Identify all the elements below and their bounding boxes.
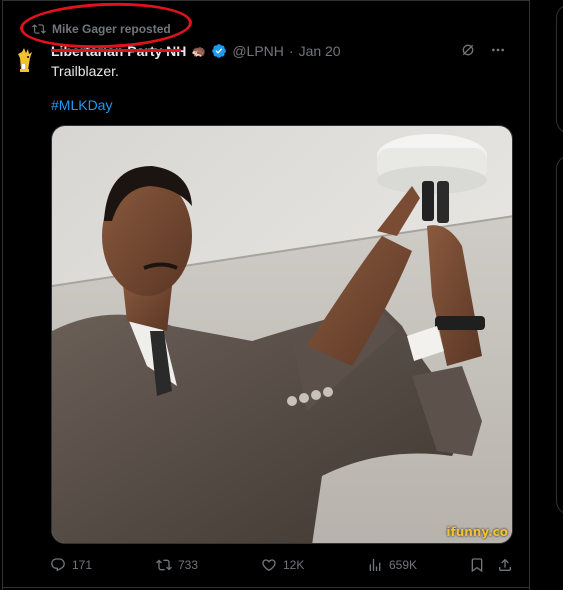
- tweet-text: Trailblazer.: [51, 63, 119, 79]
- reply-button[interactable]: 171: [50, 557, 92, 573]
- repost-button[interactable]: 733: [156, 557, 198, 573]
- heart-icon: [262, 559, 276, 572]
- share-icon: [499, 558, 511, 571]
- porcupine-logo-icon: [8, 44, 42, 78]
- repost-icon: [32, 24, 46, 34]
- tweet-action-bar: 171 733 12K 659K: [50, 555, 516, 575]
- reply-count: 171: [72, 558, 93, 572]
- grok-icon[interactable]: [460, 42, 476, 58]
- separator: ·: [288, 43, 294, 59]
- tweet-header-actions: [460, 42, 506, 58]
- bottom-divider: [2, 587, 530, 588]
- watermark: ifunny.co: [446, 525, 508, 539]
- views-button[interactable]: 659K: [367, 557, 417, 573]
- share-button[interactable]: [497, 557, 513, 573]
- hashtag-link[interactable]: #MLKDay: [51, 97, 112, 113]
- tweet-header: Libertarian Party NH 🦔 @LPNH · Jan 20: [51, 43, 341, 59]
- sidebar-card-edge: [556, 155, 563, 515]
- repost-count: 733: [178, 558, 199, 572]
- like-button[interactable]: 12K: [261, 557, 304, 573]
- like-count: 12K: [283, 558, 305, 572]
- bookmark-button[interactable]: [469, 557, 485, 573]
- sidebar-card-edge: [556, 4, 563, 134]
- repost-text: Mike Gager reposted: [52, 22, 171, 36]
- timeline-column: Mike Gager reposted Libertarian Party NH…: [0, 0, 530, 590]
- repost-icon: [156, 559, 172, 571]
- top-divider: [2, 0, 530, 1]
- name-emoji: 🦔: [191, 44, 207, 58]
- bookmark-icon: [471, 558, 483, 573]
- views-count: 659K: [389, 558, 418, 572]
- repost-context[interactable]: Mike Gager reposted: [32, 22, 171, 36]
- redaction-scribble: [51, 49, 181, 52]
- ai-illustration-image: [52, 126, 512, 543]
- tweet-image[interactable]: ifunny.co: [51, 125, 513, 544]
- handle[interactable]: @LPNH: [232, 43, 284, 59]
- more-options-icon[interactable]: [490, 42, 506, 58]
- timestamp[interactable]: Jan 20: [299, 43, 341, 59]
- column-border-left: [2, 0, 3, 590]
- avatar[interactable]: [8, 44, 42, 78]
- verified-badge-icon: [212, 44, 227, 58]
- reply-icon: [51, 558, 65, 572]
- analytics-icon: [369, 559, 381, 571]
